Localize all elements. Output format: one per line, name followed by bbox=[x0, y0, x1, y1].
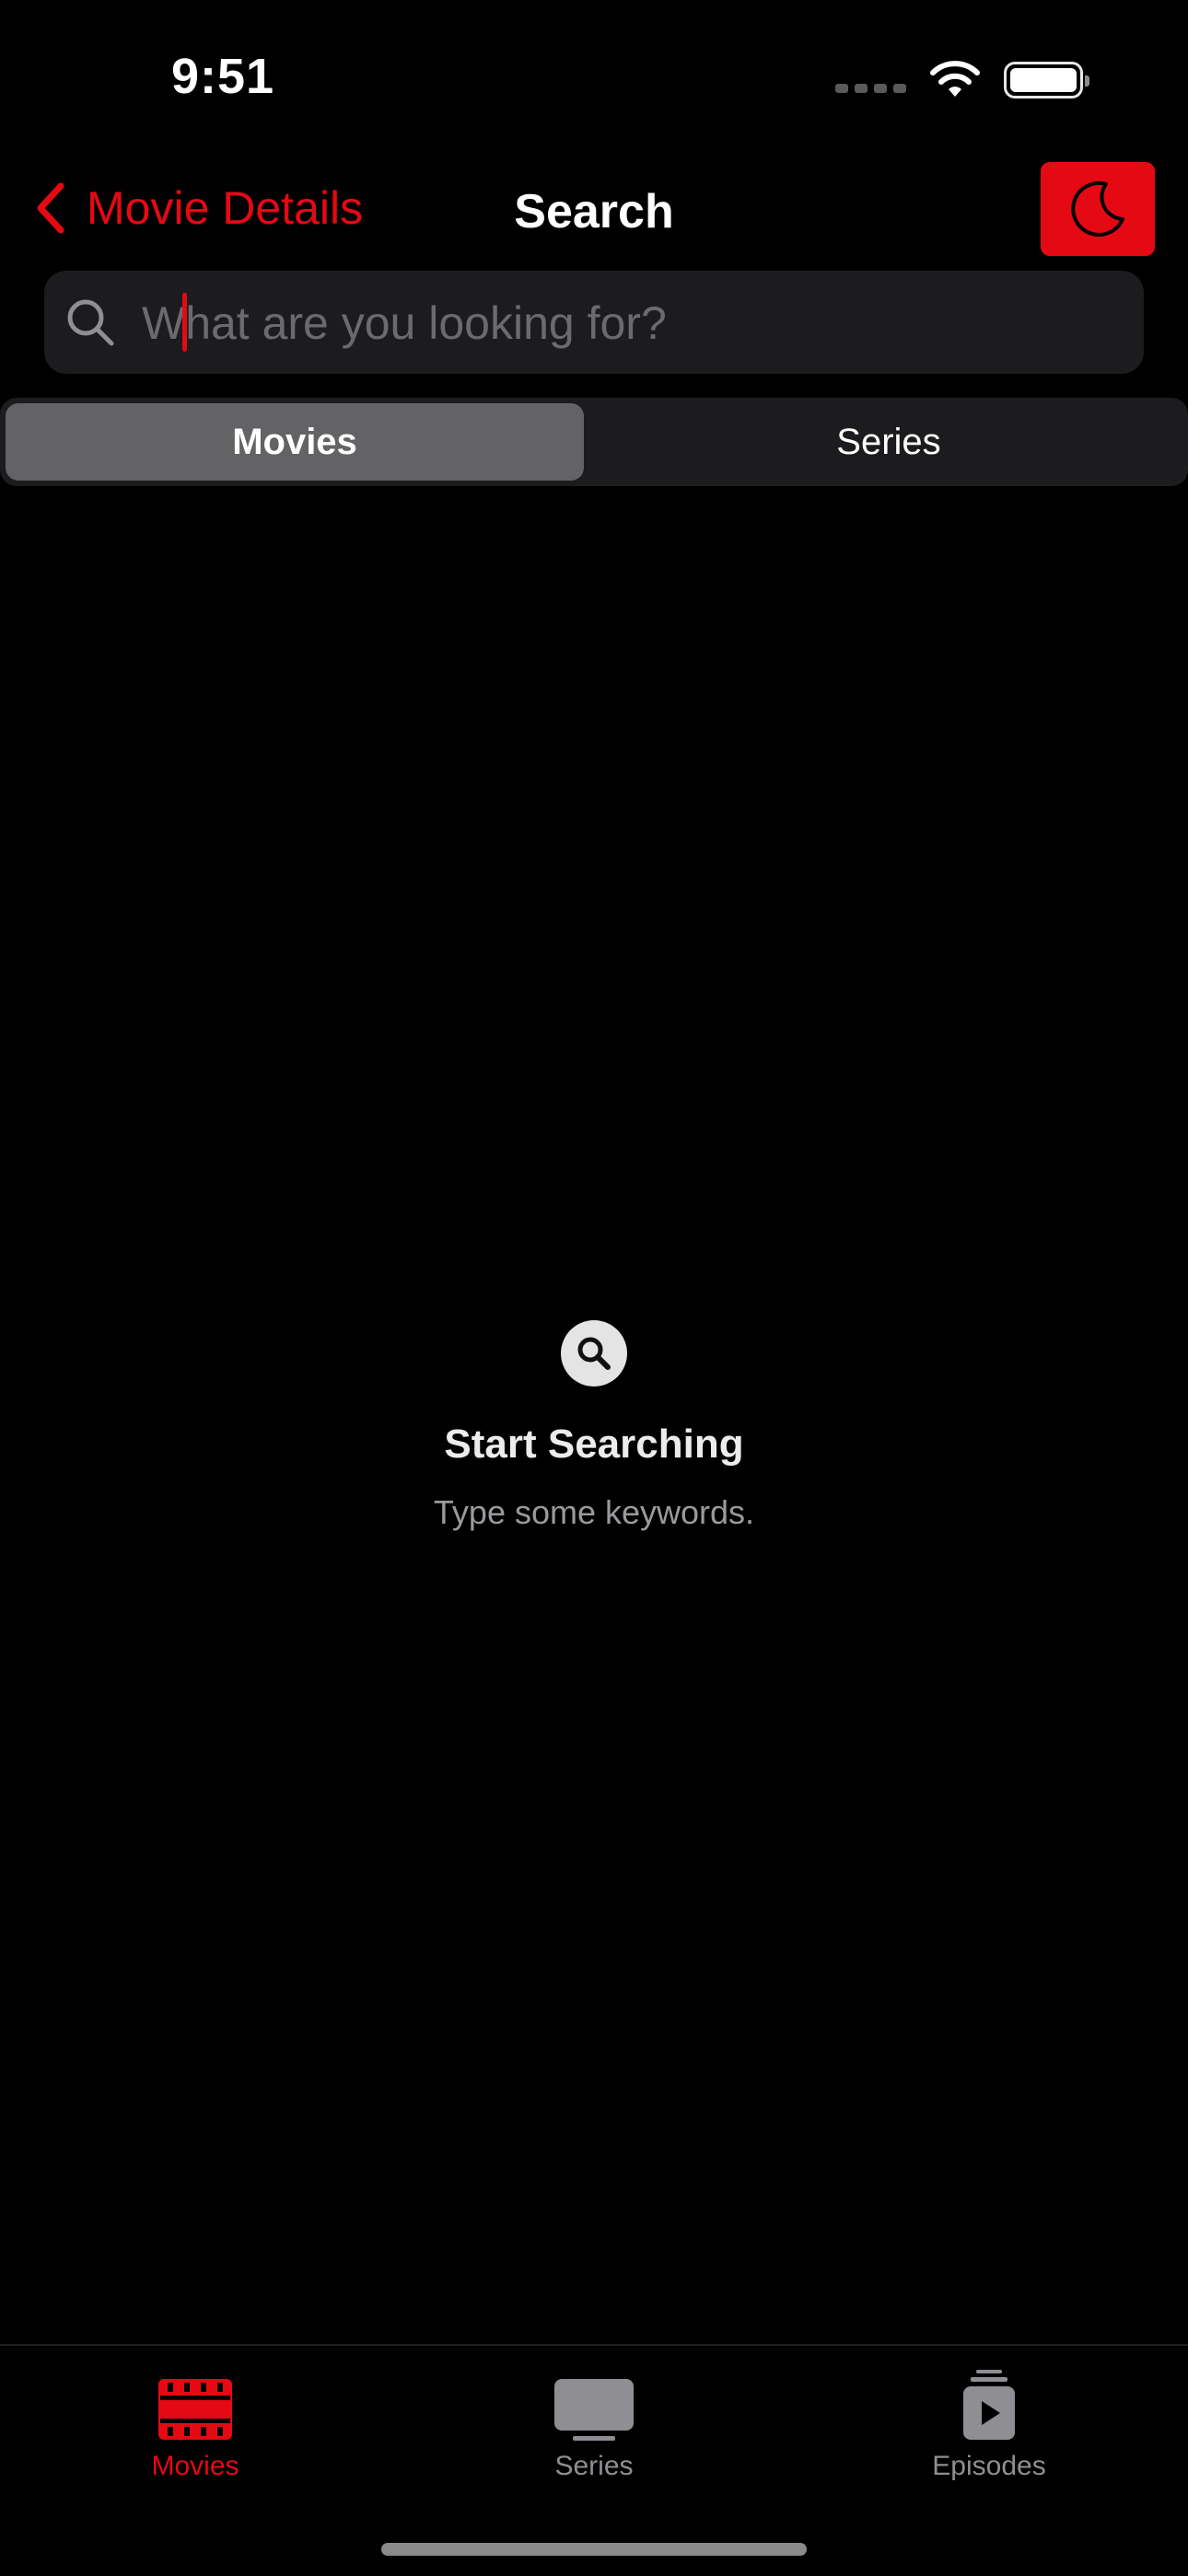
empty-state-subtitle: Type some keywords. bbox=[433, 1493, 755, 1531]
moon-icon bbox=[1071, 180, 1124, 237]
type-segmented-control: Movies Series bbox=[0, 398, 1188, 486]
navigation-bar: Movie Details Search bbox=[0, 157, 1188, 267]
tab-label: Episodes bbox=[932, 2451, 1046, 2481]
search-bar bbox=[44, 271, 1144, 376]
status-bar: 9:51 bbox=[0, 0, 1188, 157]
segment-movies[interactable]: Movies bbox=[6, 403, 584, 481]
tab-episodes[interactable]: Episodes bbox=[869, 2364, 1109, 2493]
page-title: Search bbox=[514, 185, 674, 238]
home-indicator bbox=[381, 2543, 807, 2556]
tab-label: Movies bbox=[151, 2451, 239, 2481]
tab-bar: Movies Series Episodes bbox=[0, 2344, 1188, 2576]
episodes-icon bbox=[963, 2370, 1015, 2440]
film-icon bbox=[158, 2379, 232, 2440]
empty-state-title: Start Searching bbox=[444, 1421, 744, 1467]
wifi-icon bbox=[930, 61, 980, 97]
search-icon bbox=[64, 296, 116, 348]
empty-state: Start Searching Type some keywords. bbox=[0, 1320, 1188, 1532]
tab-movies[interactable]: Movies bbox=[76, 2364, 315, 2493]
text-cursor bbox=[182, 293, 187, 352]
theme-toggle-button[interactable] bbox=[1041, 162, 1155, 256]
battery-icon bbox=[1004, 62, 1089, 99]
status-time: 9:51 bbox=[171, 49, 275, 104]
segment-series[interactable]: Series bbox=[595, 403, 1182, 481]
tv-icon bbox=[554, 2379, 634, 2441]
tab-series[interactable]: Series bbox=[474, 2364, 714, 2493]
tab-label: Series bbox=[554, 2451, 634, 2481]
search-input[interactable] bbox=[140, 271, 1120, 376]
status-icons bbox=[835, 59, 1089, 101]
cellular-signal-icon bbox=[835, 84, 906, 93]
magnifier-icon bbox=[561, 1320, 627, 1387]
